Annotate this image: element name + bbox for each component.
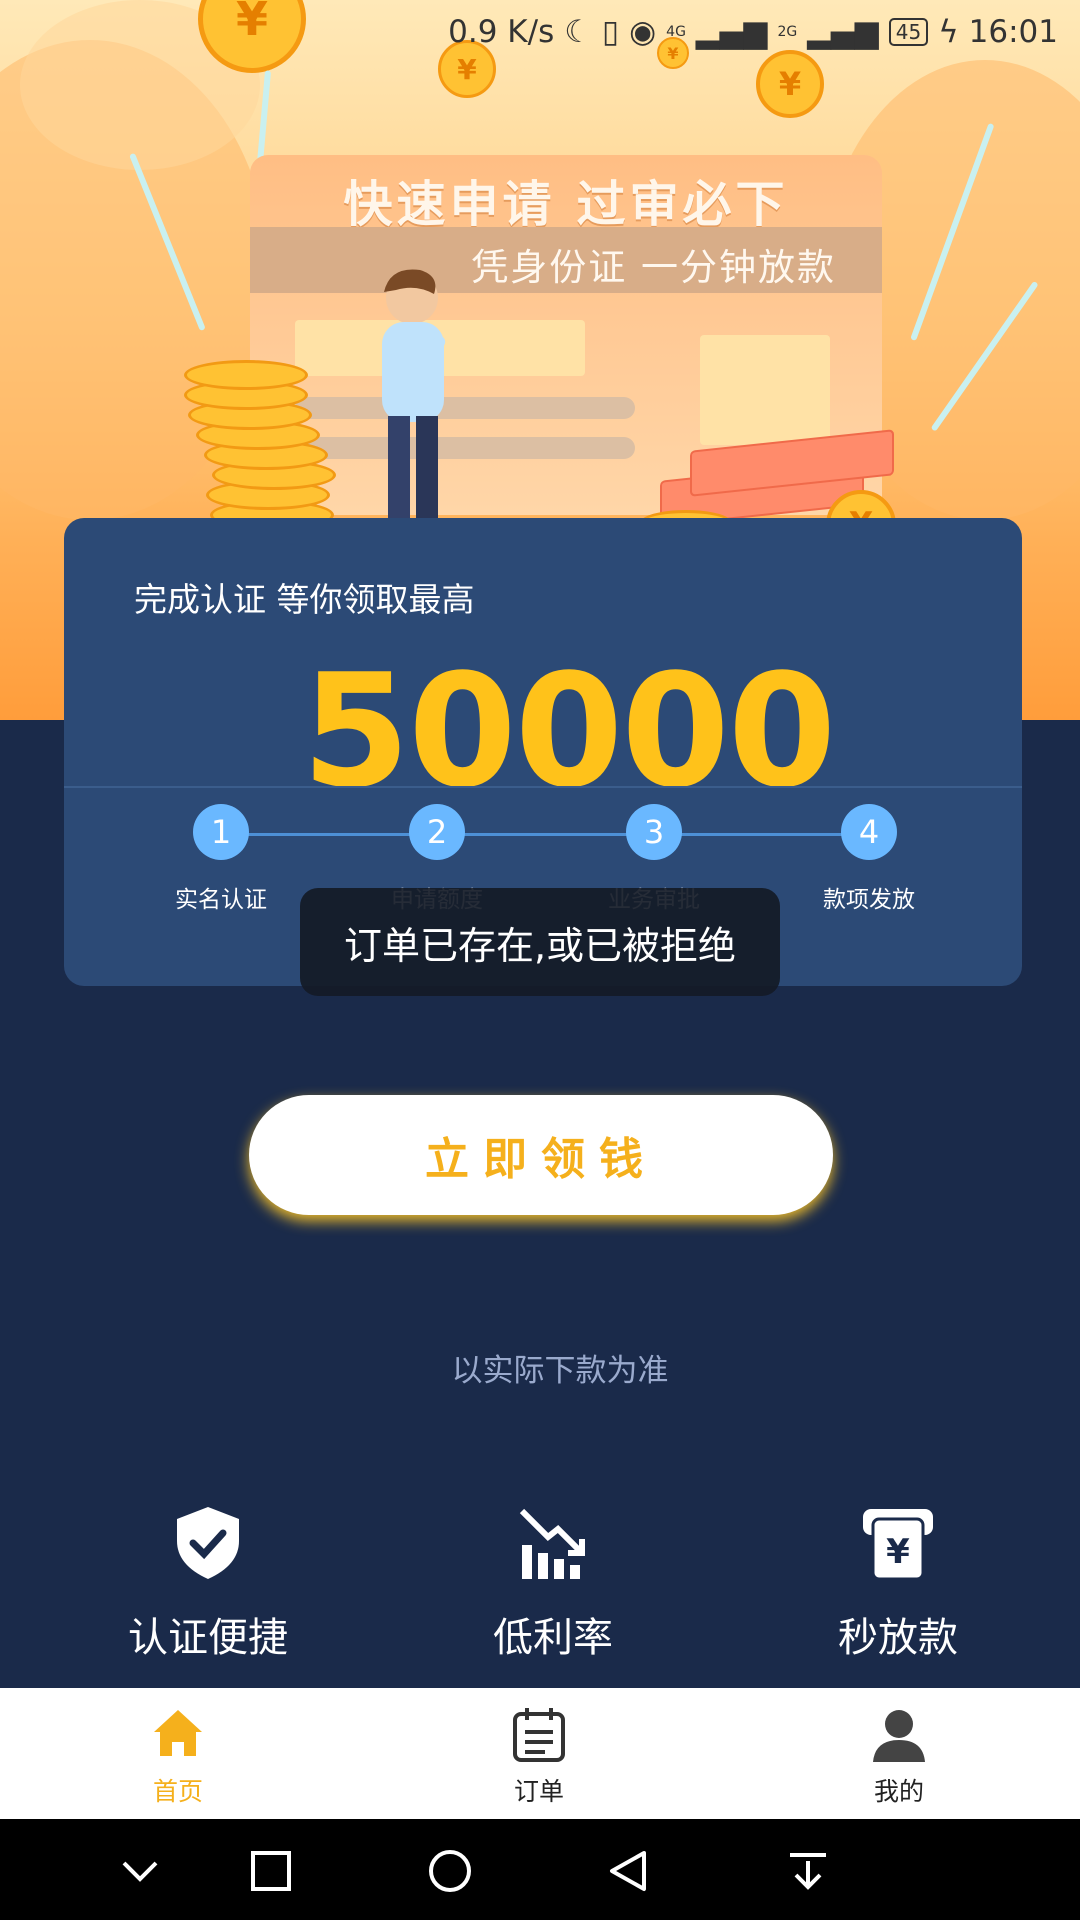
feature-easy-verify: 认证便捷 [88,1505,328,1663]
step-number: 2 [409,804,465,860]
clock: 16:01 [968,14,1058,50]
notification-pull-icon[interactable] [786,1849,830,1893]
network-type: 4G [666,24,686,40]
disclaimer-note: 以实际下款为准 [451,1353,669,1389]
max-amount: 50000 [301,640,837,822]
system-nav-bar [0,1819,1080,1920]
cash-machine-icon: ¥ [863,1509,933,1581]
shield-check-icon [177,1507,239,1579]
charging-icon: ϟ [938,14,959,50]
tab-home[interactable]: 首页 [78,1688,278,1819]
home-icon [154,1710,202,1756]
bottom-tab-bar: 首页 订单 我的 [0,1688,1080,1819]
banner-subline: 凭身份证 一分钟放款 [471,246,836,289]
signal-icon: ▂▄▆ [695,14,768,50]
coin-icon: ¥ [756,50,824,118]
feature-fast-loan: ¥ 秒放款 [778,1505,1018,1663]
network-type-2: 2G [777,24,798,40]
chart-down-icon [519,1508,585,1579]
svg-text:¥: ¥ [886,1532,910,1572]
signal-icon: ▂▄▆ [807,14,879,50]
step-4: 4 款项发放 [769,804,969,914]
home-nav-icon[interactable] [428,1849,472,1893]
claim-money-button[interactable]: 立即领钱 [249,1095,833,1215]
step-label: 款项发放 [823,887,915,913]
feature-label: 低利率 [493,1615,613,1661]
feature-label: 秒放款 [838,1615,958,1661]
user-icon [873,1710,925,1762]
card-heading: 完成认证 等你领取最高 [134,580,475,619]
tab-label: 我的 [873,1777,924,1806]
tab-mine[interactable]: 我的 [799,1688,999,1819]
step-1: 1 实名认证 [121,804,321,914]
recent-apps-icon[interactable] [249,1849,293,1893]
billboard-box [700,335,830,445]
step-label: 实名认证 [175,887,267,913]
battery-icon: 45 [888,18,929,46]
coin-stack [184,360,308,390]
toast-message: 订单已存在,或已被拒绝 [300,888,780,996]
banner-headline: 快速申请 过审必下 [343,176,789,233]
status-bar: 0.9 K/s ☾ ▯ ◉ 4G ▂▄▆ 2G ▂▄▆ 45 ϟ 16:01 [448,10,1058,54]
calendar-icon [513,1708,565,1762]
feature-label: 认证便捷 [128,1615,288,1661]
banner-band: 凭身份证 一分钟放款 [250,227,882,293]
feature-low-rate: 低利率 [433,1505,673,1663]
network-speed: 0.9 K/s [448,14,555,50]
back-icon[interactable] [606,1849,650,1893]
eye-icon: ◉ [629,14,657,50]
person-illustration [382,269,446,552]
tab-label: 订单 [513,1777,564,1806]
moon-icon: ☾ [564,14,593,50]
tab-label: 首页 [152,1777,203,1806]
step-number: 1 [193,804,249,860]
step-number: 3 [626,804,682,860]
step-number: 4 [841,804,897,860]
chevron-down-icon[interactable] [118,1849,162,1893]
vibrate-icon: ▯ [602,14,620,50]
divider [64,786,1022,788]
tab-orders[interactable]: 订单 [439,1688,639,1819]
